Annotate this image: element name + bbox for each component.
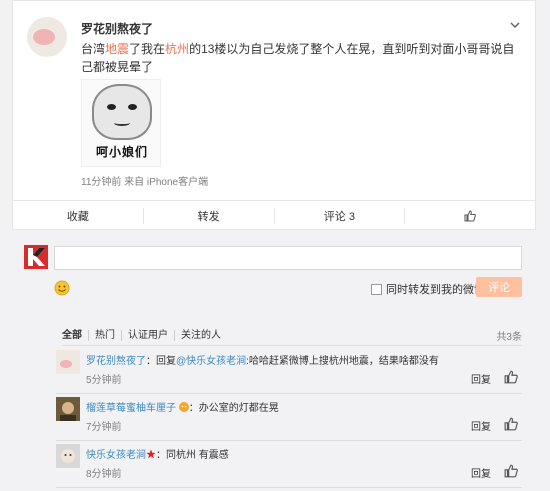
comment-body: ：办公室的灯都在晃: [188, 403, 279, 414]
commenter-name[interactable]: 榴莲草莓蜜柚车厘子: [86, 403, 176, 414]
post-meta: 11分钟前 来自 iPhone客户端: [81, 177, 209, 188]
emoji-icon[interactable]: [54, 280, 70, 296]
comment-item: 榴莲草莓蜜柚车厘子 ：办公室的灯都在晃 7分钟前 回复: [56, 397, 522, 441]
comment-section: 同时转发到我的微博 评论 全部 热门 认证用户 关注的人 共3条 罗花别熬夜了：…: [12, 230, 536, 491]
thumbs-up-icon[interactable]: [504, 417, 518, 431]
hashtag-link[interactable]: 地震: [105, 42, 129, 56]
comment-body: :哈哈赶紧微博上搜杭州地震，结果啥都没有: [246, 356, 439, 367]
like-button[interactable]: [404, 208, 535, 224]
tab-hot[interactable]: 热门: [88, 330, 121, 341]
reply-button[interactable]: 回复: [471, 465, 491, 480]
post-action-bar: 收藏 转发 评论 3: [13, 200, 535, 230]
repost-button[interactable]: 转发: [142, 208, 274, 224]
tab-all[interactable]: 全部: [62, 330, 88, 341]
post-text-segment: 了我在: [129, 42, 166, 56]
user-logo-avatar[interactable]: [24, 245, 48, 269]
mention-link[interactable]: @快乐女孩老涧: [176, 356, 246, 367]
comment-time: 7分钟前: [86, 422, 122, 433]
badge-icon: [178, 402, 189, 412]
comment-line: 罗花别熬夜了：回复@快乐女孩老涧:哈哈赶紧微博上搜杭州地震，结果啥都没有: [86, 352, 439, 367]
comment-prefix: ：回复: [146, 356, 176, 367]
comment-count: 共3条: [496, 332, 522, 343]
meme-eye: [128, 104, 137, 110]
repost-checkbox-label: 同时转发到我的微博: [386, 284, 485, 296]
k-logo-icon: [28, 248, 45, 266]
repost-option[interactable]: 同时转发到我的微博: [371, 281, 485, 297]
meme-mouth: [114, 120, 130, 126]
post-text-segment: 台湾: [81, 42, 106, 56]
author-avatar[interactable]: [27, 17, 67, 57]
comment-line: 快乐女孩老涧 ：同杭州 有震感: [86, 446, 229, 461]
meme-caption: 呵小娘们: [95, 145, 148, 159]
thumbs-up-icon: [464, 210, 476, 222]
commenter-avatar[interactable]: [56, 444, 80, 468]
thumbs-up-icon[interactable]: [504, 464, 518, 478]
comment-body: ：同杭州 有震感: [156, 450, 229, 461]
commenter-name[interactable]: 罗花别熬夜了: [86, 356, 146, 367]
submit-comment-button[interactable]: 评论: [476, 277, 522, 297]
weibo-post-card: 罗花别熬夜了 台湾地震了我在杭州的13楼以为自己发烧了整个人在晃，直到听到对面小…: [12, 0, 536, 230]
comment-time: 5分钟前: [86, 375, 122, 386]
meme-face: [92, 84, 152, 140]
reply-button[interactable]: 回复: [471, 371, 491, 386]
tab-verified[interactable]: 认证用户: [121, 330, 174, 341]
post-image-meme[interactable]: 呵小娘们: [81, 79, 161, 167]
comment-line: 榴莲草莓蜜柚车厘子 ：办公室的灯都在晃: [86, 399, 279, 414]
comment-time: 8分钟前: [86, 469, 122, 480]
star-badge-icon: [146, 449, 156, 459]
favorite-button[interactable]: 收藏: [13, 208, 143, 224]
comment-filter-tabs: 全部 热门 认证用户 关注的人 共3条: [62, 326, 522, 346]
comment-item: 快乐女孩老涧 ：同杭州 有震感 8分钟前 回复: [56, 444, 522, 488]
location-link[interactable]: 杭州: [165, 42, 189, 56]
post-author-name[interactable]: 罗花别熬夜了: [81, 20, 153, 37]
comment-input[interactable]: [54, 246, 522, 270]
commenter-avatar[interactable]: [56, 397, 80, 421]
repost-checkbox[interactable]: [371, 283, 382, 295]
chevron-down-icon[interactable]: [509, 19, 521, 31]
post-text: 台湾地震了我在杭州的13楼以为自己发烧了整个人在晃，直到听到对面小哥哥说自己都被…: [81, 40, 521, 76]
commenter-avatar[interactable]: [56, 350, 80, 374]
comment-button[interactable]: 评论 3: [273, 208, 405, 224]
meme-eye: [107, 104, 116, 110]
tab-following[interactable]: 关注的人: [174, 330, 227, 341]
reply-button[interactable]: 回复: [471, 418, 491, 433]
thumbs-up-icon[interactable]: [504, 370, 518, 384]
comment-item: 罗花别熬夜了：回复@快乐女孩老涧:哈哈赶紧微博上搜杭州地震，结果啥都没有 5分钟…: [56, 350, 522, 394]
commenter-name[interactable]: 快乐女孩老涧: [86, 450, 146, 461]
